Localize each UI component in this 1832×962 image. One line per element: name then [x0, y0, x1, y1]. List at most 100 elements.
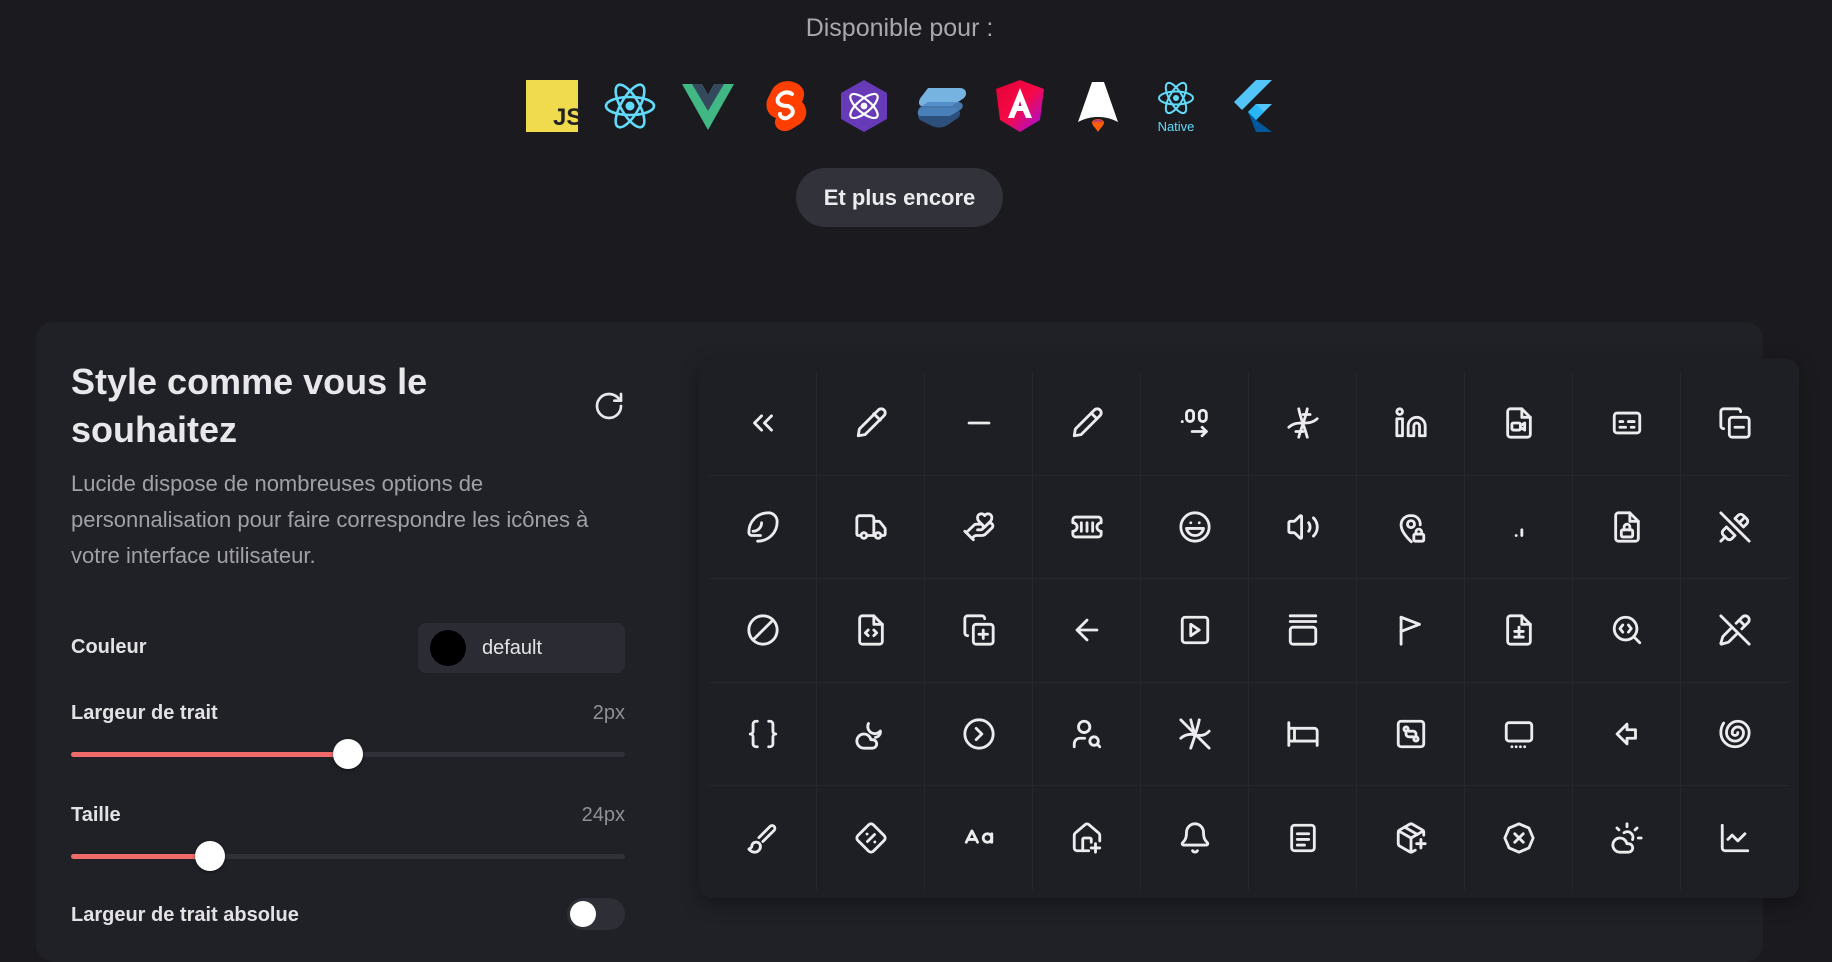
- icon-cell[interactable]: [1573, 786, 1681, 890]
- pencil-off-icon: [1719, 614, 1751, 646]
- icon-cell[interactable]: [709, 475, 817, 579]
- svg-text:JS: JS: [553, 104, 580, 131]
- svelte-icon[interactable]: [758, 78, 814, 134]
- icon-cell[interactable]: [1141, 372, 1249, 476]
- vue-icon[interactable]: [680, 78, 736, 134]
- icon-cell[interactable]: [1465, 786, 1573, 890]
- icon-cell[interactable]: [709, 579, 817, 683]
- icon-cell[interactable]: [1573, 475, 1681, 579]
- linkedin-icon: [1394, 407, 1427, 438]
- icon-cell[interactable]: [1681, 683, 1789, 786]
- flag-icon: [1399, 616, 1421, 646]
- react-icon[interactable]: [602, 78, 658, 134]
- icon-cell[interactable]: [1033, 372, 1141, 476]
- decimal-icon: [1514, 528, 1523, 537]
- circle-x-icon: [1502, 822, 1535, 854]
- stroke-width-label: Largeur de trait: [71, 702, 218, 724]
- absolute-stroke-toggle[interactable]: [567, 898, 625, 930]
- size-thumb[interactable]: [194, 841, 225, 871]
- reset-button[interactable]: [593, 390, 625, 422]
- js-icon[interactable]: JS: [524, 78, 580, 134]
- icon-cell[interactable]: [817, 786, 925, 890]
- flutter-icon[interactable]: [1226, 78, 1282, 134]
- icon-cell[interactable]: [1249, 475, 1357, 579]
- stroke-width-row: Largeur de trait 2px: [71, 702, 625, 769]
- icon-cell[interactable]: [1033, 475, 1141, 579]
- search-code-icon: [1612, 616, 1641, 645]
- react-native-icon[interactable]: Native: [1148, 78, 1204, 134]
- icon-cell[interactable]: [1573, 579, 1681, 683]
- solid-icon[interactable]: [914, 78, 970, 134]
- icon-cell[interactable]: [1033, 682, 1141, 786]
- color-swatch: [430, 630, 466, 666]
- icon-cell[interactable]: [1249, 682, 1357, 786]
- preact-icon[interactable]: [836, 78, 892, 134]
- icon-cell[interactable]: [817, 475, 925, 579]
- icon-cell[interactable]: [1573, 372, 1681, 476]
- icon-cell[interactable]: [1357, 372, 1465, 476]
- brush-icon: [746, 823, 776, 854]
- icon-cell[interactable]: [1681, 579, 1789, 683]
- pencil-icon: [1072, 407, 1103, 438]
- icon-cell[interactable]: [709, 786, 817, 890]
- icon-cell[interactable]: [1681, 786, 1789, 890]
- size-slider[interactable]: [71, 841, 625, 871]
- icon-cell[interactable]: [925, 372, 1033, 476]
- package-plus-icon: [1396, 822, 1427, 854]
- available-for-label: Disponible pour :: [805, 14, 994, 42]
- color-picker[interactable]: default: [418, 623, 625, 673]
- icon-cell[interactable]: [1357, 682, 1465, 786]
- circle-chevron-right-icon: [962, 718, 995, 750]
- icon-cell[interactable]: [1141, 786, 1249, 890]
- icon-cell[interactable]: [1033, 786, 1141, 890]
- icon-cell[interactable]: [1681, 476, 1789, 579]
- icon-cell[interactable]: [1249, 579, 1357, 683]
- map-pin-lock-icon: [1399, 513, 1425, 543]
- scan-face-icon: [1396, 719, 1425, 748]
- icon-cell[interactable]: [925, 786, 1033, 890]
- color-value: default: [482, 636, 543, 659]
- ticket-icon: [1070, 515, 1103, 539]
- hand-heart-icon: [962, 512, 994, 541]
- icon-cell[interactable]: [1141, 682, 1249, 786]
- icon-cell[interactable]: [1465, 579, 1573, 683]
- more-frameworks-button[interactable]: Et plus encore: [796, 168, 1003, 227]
- house-plus-icon: [1072, 822, 1101, 854]
- stroke-width-slider[interactable]: [71, 739, 625, 769]
- icon-cell[interactable]: [1249, 372, 1357, 476]
- case-sensitive-icon: [964, 829, 993, 844]
- astro-icon[interactable]: [1070, 78, 1126, 134]
- icon-cell[interactable]: [1141, 475, 1249, 579]
- captions-icon: [1612, 411, 1641, 435]
- icon-cell[interactable]: [1033, 579, 1141, 683]
- bean-icon: [746, 511, 779, 543]
- icon-cell[interactable]: [1465, 475, 1573, 579]
- pen-icon: [856, 407, 887, 438]
- icon-cell[interactable]: [709, 682, 817, 786]
- size-fill: [71, 854, 210, 859]
- angular-icon[interactable]: [992, 78, 1048, 134]
- icon-cell[interactable]: [1465, 682, 1573, 786]
- icon-cell[interactable]: [817, 372, 925, 476]
- icon-cell[interactable]: [1141, 579, 1249, 683]
- customizer-panel: Style comme vous le souhaitez Lucide dis…: [71, 358, 625, 930]
- icon-cell[interactable]: [1357, 475, 1465, 579]
- icon-cell[interactable]: [1357, 579, 1465, 683]
- stroke-width-thumb[interactable]: [333, 739, 363, 769]
- icon-cell[interactable]: [1573, 682, 1681, 786]
- copy-plus-icon: [962, 614, 995, 646]
- icon-cell[interactable]: [817, 682, 925, 786]
- icon-cell[interactable]: [1465, 372, 1573, 476]
- icon-cell[interactable]: [925, 579, 1033, 683]
- icon-cell[interactable]: [1249, 786, 1357, 890]
- icon-cell[interactable]: [817, 579, 925, 683]
- icon-cell[interactable]: [1681, 372, 1789, 476]
- minus-icon: [967, 421, 990, 425]
- icon-cell[interactable]: [925, 682, 1033, 786]
- icon-cell[interactable]: [925, 475, 1033, 579]
- icon-cell[interactable]: [709, 372, 817, 476]
- size-row: Taille 24px: [71, 804, 625, 871]
- size-value: 24px: [581, 804, 625, 826]
- icon-cell[interactable]: [1357, 786, 1465, 890]
- file-text-icon: [1289, 823, 1316, 852]
